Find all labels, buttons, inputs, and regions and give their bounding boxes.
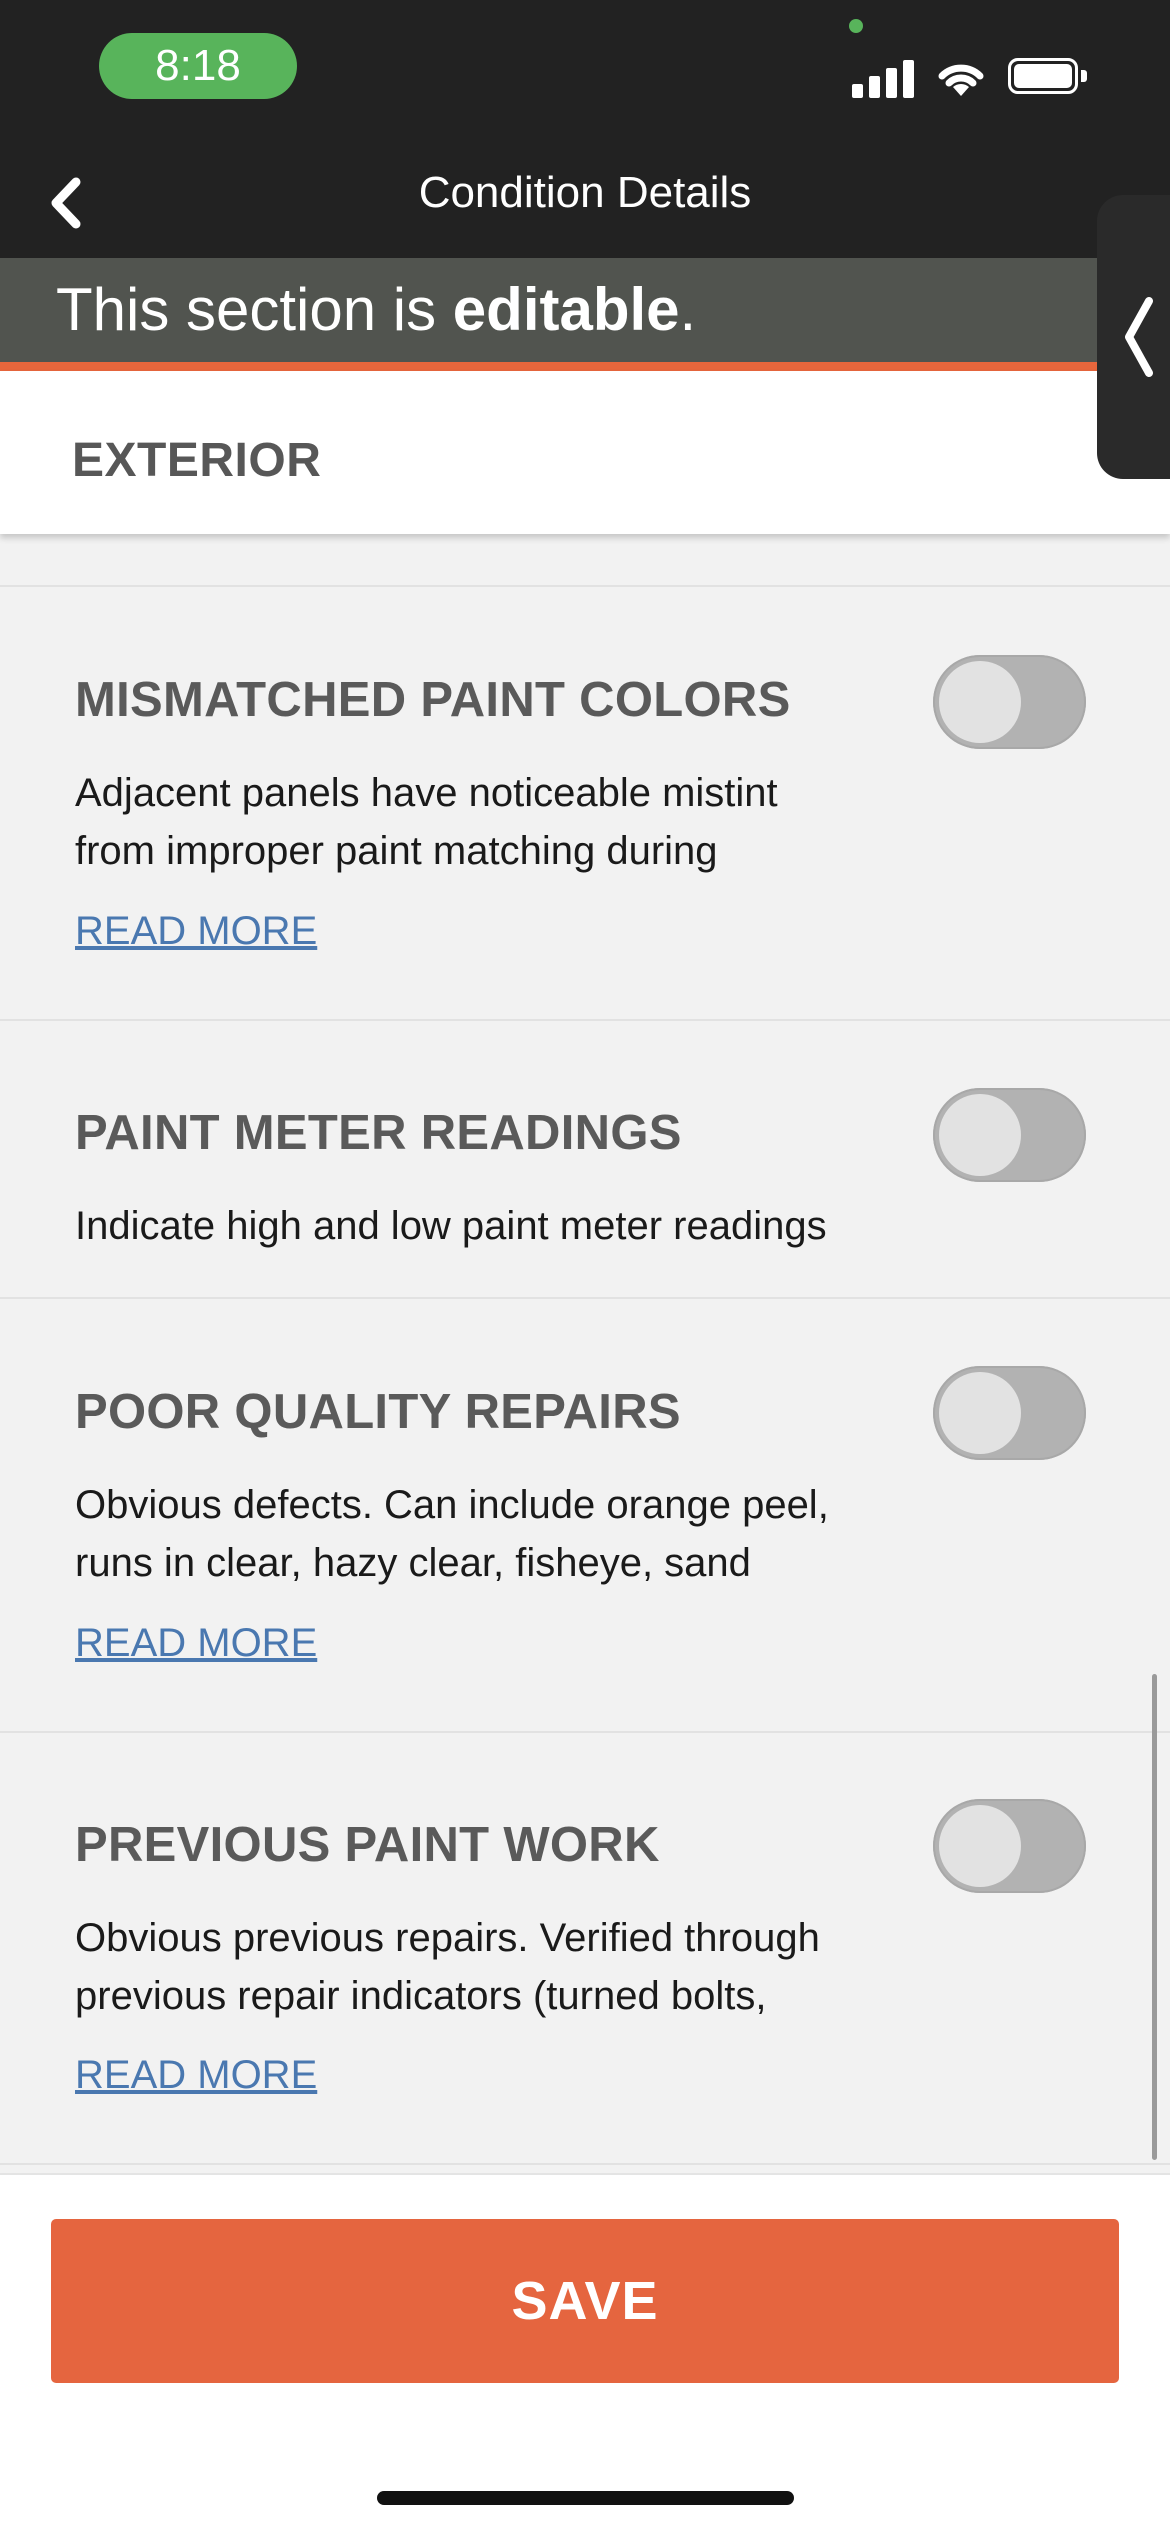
condition-title: PAINT METER READINGS: [75, 1106, 682, 1160]
banner-prefix: This section is: [56, 276, 453, 343]
condition-description: Indicate high and low paint meter readin…: [75, 1197, 885, 1255]
battery-icon: [1008, 58, 1088, 96]
read-more-link[interactable]: READ MORE: [75, 2053, 317, 2098]
condition-toggle[interactable]: [933, 1799, 1086, 1893]
read-more-link[interactable]: READ MORE: [75, 909, 317, 954]
page-title: Condition Details: [418, 168, 752, 217]
list-item: POOR QUALITY REPAIRS Obvious defects. Ca…: [0, 1297, 1170, 1731]
wifi-icon: [938, 64, 984, 96]
cellular-signal-icon: [852, 60, 914, 98]
description-line: Adjacent panels have noticeable mistint: [75, 771, 778, 815]
list-item: MISMATCHED PAINT COLORS Adjacent panels …: [0, 585, 1170, 1019]
condition-description: Adjacent panels have noticeable mistint …: [75, 764, 885, 880]
toggle-knob: [939, 1094, 1021, 1176]
chevron-left-icon: [1125, 297, 1153, 377]
banner-suffix: .: [679, 276, 697, 343]
condition-toggle[interactable]: [933, 655, 1086, 749]
home-indicator[interactable]: [377, 2491, 794, 2505]
condition-title: MISMATCHED PAINT COLORS: [75, 673, 791, 727]
save-button[interactable]: SAVE: [51, 2219, 1119, 2383]
toggle-knob: [939, 661, 1021, 743]
condition-description: Obvious previous repairs. Verified throu…: [75, 1909, 885, 2025]
description-line: from improper paint matching during: [75, 829, 718, 873]
condition-title: POOR QUALITY REPAIRS: [75, 1385, 681, 1439]
list-item: PREVIOUS PAINT WORK Obvious previous rep…: [0, 1731, 1170, 2165]
top-bar: 8:18 Condition Details: [0, 0, 1170, 258]
conditions-list: MISMATCHED PAINT COLORS Adjacent panels …: [0, 585, 1170, 2165]
description-line: runs in clear, hazy clear, fisheye, sand: [75, 1541, 751, 1585]
editable-banner: This section is editable.: [0, 258, 1170, 362]
list-item: PAINT METER READINGS Indicate high and l…: [0, 1019, 1170, 1297]
toggle-knob: [939, 1805, 1021, 1887]
banner-accent-line: [0, 362, 1170, 371]
side-drawer-tab[interactable]: [1097, 195, 1170, 479]
toggle-knob: [939, 1372, 1021, 1454]
condition-title: PREVIOUS PAINT WORK: [75, 1818, 660, 1872]
description-line: previous repair indicators (turned bolts…: [75, 1974, 767, 2018]
scrollbar[interactable]: [1152, 1674, 1157, 2160]
read-more-link[interactable]: READ MORE: [75, 1621, 317, 1666]
banner-emphasis: editable: [452, 276, 680, 343]
description-line: Indicate high and low paint meter readin…: [75, 1204, 827, 1248]
condition-toggle[interactable]: [933, 1366, 1086, 1460]
description-line: Obvious defects. Can include orange peel…: [75, 1483, 829, 1527]
description-line: Obvious previous repairs. Verified throu…: [75, 1916, 820, 1960]
section-title: EXTERIOR: [0, 371, 1170, 534]
condition-description: Obvious defects. Can include orange peel…: [75, 1476, 885, 1592]
status-time: 8:18: [99, 33, 297, 99]
privacy-indicator-dot: [849, 19, 863, 33]
condition-toggle[interactable]: [933, 1088, 1086, 1182]
